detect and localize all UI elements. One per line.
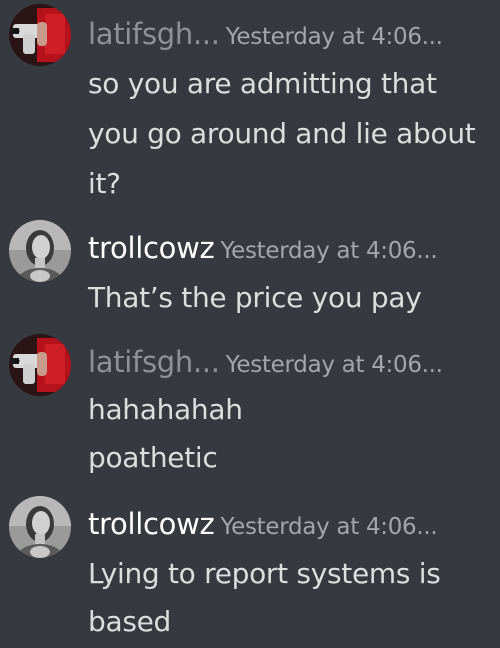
message-text: poathetic <box>88 441 218 474</box>
woman-portrait-avatar-icon <box>9 496 71 558</box>
message-text: based <box>88 605 172 638</box>
avatar[interactable] <box>9 334 71 396</box>
username[interactable]: latifsgh... <box>88 17 220 51</box>
message-text: you go around and lie about <box>88 117 476 150</box>
timestamp[interactable]: Yesterday at 4:06... <box>226 24 443 50</box>
avatar[interactable] <box>9 496 71 558</box>
username[interactable]: trollcowz <box>88 231 215 265</box>
message-text: it? <box>88 167 121 200</box>
avatar[interactable] <box>9 220 71 282</box>
timestamp[interactable]: Yesterday at 4:06... <box>220 238 437 264</box>
message-header: trollcowz Yesterday at 4:06... <box>88 228 438 273</box>
message-header: latifsgh... Yesterday at 4:06... <box>88 14 443 59</box>
username[interactable]: trollcowz <box>88 507 215 541</box>
message-text: That’s the price you pay <box>88 281 422 314</box>
message-text: hahahahah <box>88 393 243 426</box>
woman-portrait-avatar-icon <box>9 220 71 282</box>
avatar[interactable] <box>9 4 71 66</box>
username[interactable]: latifsgh... <box>88 345 220 379</box>
message-text: Lying to report systems is <box>88 557 441 590</box>
message-text: so you are admitting that <box>88 67 437 100</box>
timestamp[interactable]: Yesterday at 4:06... <box>226 352 443 378</box>
message-header: trollcowz Yesterday at 4:06... <box>88 504 438 549</box>
gun-pointing-avatar-icon <box>9 4 71 66</box>
message-header: latifsgh... Yesterday at 4:06... <box>88 342 443 387</box>
timestamp[interactable]: Yesterday at 4:06... <box>220 514 437 540</box>
gun-pointing-avatar-icon <box>9 334 71 396</box>
